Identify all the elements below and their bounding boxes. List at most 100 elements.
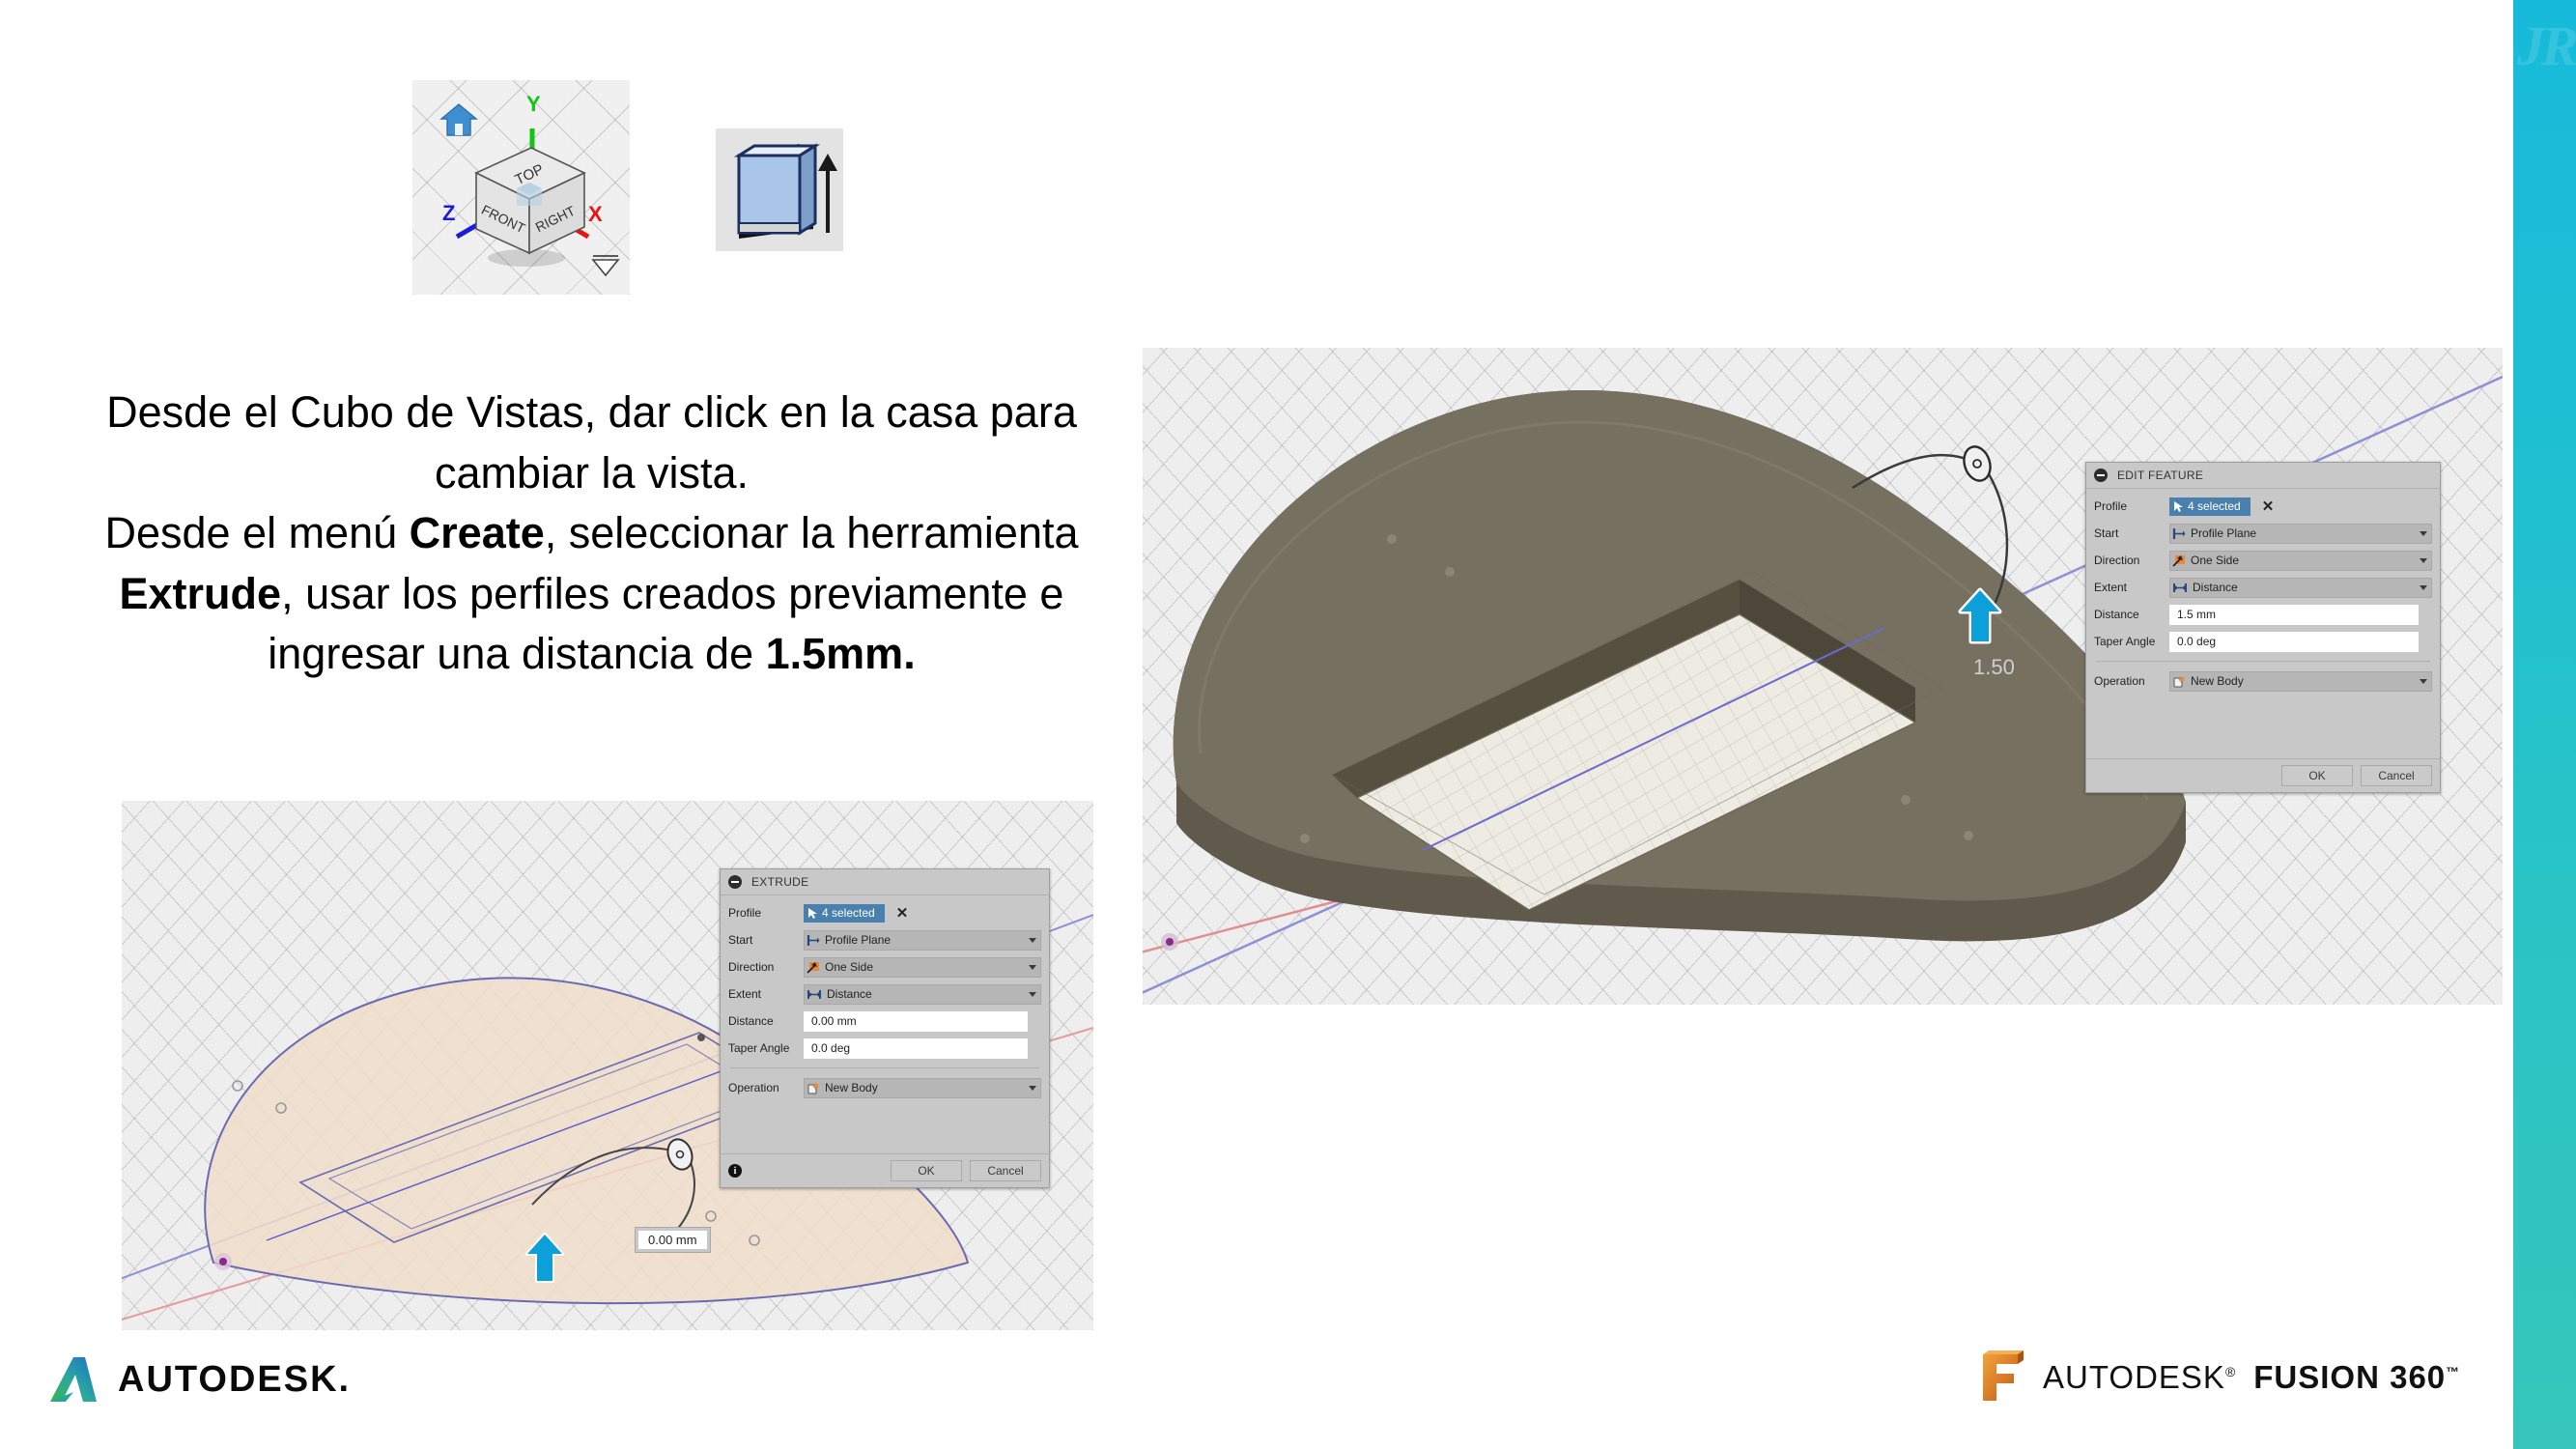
start-dropdown[interactable]: Profile Plane — [804, 929, 1041, 951]
extrude-dialog-footer: i OK Cancel — [721, 1153, 1049, 1187]
chevron-down-icon[interactable] — [2420, 531, 2427, 536]
axis-label-x: X — [588, 202, 603, 226]
collapse-icon[interactable] — [728, 875, 742, 889]
dialog-filler — [2094, 696, 2432, 754]
row-operation: Operation New Body — [728, 1076, 1041, 1099]
label-direction: Direction — [728, 960, 775, 974]
start-dropdown[interactable]: Profile Plane — [2169, 523, 2432, 544]
direction-dropdown[interactable]: One Side — [804, 956, 1041, 978]
taper-angle-input[interactable]: 0.0 deg — [2169, 631, 2419, 652]
chevron-down-icon[interactable] — [2420, 679, 2427, 684]
direction-value: One Side — [2191, 554, 2240, 567]
operation-dropdown[interactable]: New Body — [2169, 670, 2432, 692]
label-profile: Profile — [2094, 499, 2128, 513]
distance-icon — [2173, 582, 2187, 592]
info-icon[interactable]: i — [728, 1164, 742, 1178]
taper-angle-value[interactable]: 0.0 deg — [2172, 635, 2216, 648]
chevron-down-icon[interactable] — [1029, 938, 1036, 943]
distance-value[interactable]: 1.5 mm — [2172, 608, 2216, 621]
fusion360-logo-icon — [1983, 1350, 2024, 1401]
extrude-dialog[interactable]: EXTRUDE Profile 4 selected ✕ Start Profi… — [720, 868, 1050, 1188]
profile-plane-icon — [2172, 527, 2186, 539]
canvas-dimension-label: 1.50 — [1973, 655, 2015, 679]
row-distance: Distance 1.5 mm — [2094, 603, 2432, 626]
fusion-word-fusion360: FUSION 360™ — [2253, 1359, 2461, 1395]
extrude-manipulator-arrow[interactable] — [524, 1233, 565, 1285]
ok-button[interactable]: OK — [891, 1160, 962, 1181]
ok-button[interactable]: OK — [2281, 765, 2353, 786]
canvas-distance-field[interactable]: 0.00 mm — [635, 1227, 711, 1253]
viewcube-thumbnail[interactable]: TOP FRONT RIGHT Y X Z — [412, 80, 630, 295]
extent-value: Distance — [2193, 581, 2238, 594]
operation-dropdown[interactable]: New Body — [804, 1077, 1041, 1098]
x-close-icon[interactable]: ✕ — [2262, 499, 2275, 514]
row-direction: Direction One Side — [2094, 549, 2432, 572]
instruction-line-5-a: ingresar una distancia de — [268, 629, 766, 678]
label-profile: Profile — [728, 906, 762, 920]
dialog-filler — [728, 1103, 1041, 1150]
distance-input[interactable]: 1.5 mm — [2169, 604, 2419, 625]
new-body-icon — [2173, 674, 2185, 687]
extent-dropdown[interactable]: Distance — [2169, 577, 2432, 598]
extent-dropdown[interactable]: Distance — [804, 983, 1041, 1005]
collapse-icon[interactable] — [2094, 469, 2108, 482]
label-operation: Operation — [728, 1081, 779, 1094]
chevron-down-icon[interactable] — [1029, 992, 1036, 997]
chevron-down-icon[interactable] — [2420, 558, 2427, 563]
distance-input[interactable]: 0.00 mm — [804, 1010, 1028, 1032]
direction-dropdown[interactable]: One Side — [2169, 550, 2432, 571]
chevron-down-icon[interactable] — [1029, 1086, 1036, 1091]
extrude-tool-icon[interactable] — [716, 128, 843, 251]
instruction-text-block: Desde el Cubo de Vistas, dar click en la… — [19, 384, 1164, 687]
extent-value: Distance — [827, 987, 872, 1001]
chevron-down-icon[interactable] — [2420, 585, 2427, 590]
row-extent: Extent Distance — [728, 982, 1041, 1006]
edit-feature-titlebar[interactable]: EDIT FEATURE — [2086, 463, 2440, 489]
distance-value-callout: 1.5mm. — [765, 629, 916, 678]
row-taper-angle: Taper Angle 0.0 deg — [2094, 630, 2432, 653]
canvas-distance-value[interactable]: 0.00 mm — [638, 1231, 707, 1249]
instruction-line-4-b: , usar los perfiles creados previamente … — [281, 568, 1064, 618]
instruction-line-3: Desde el menú Create, seleccionar la her… — [19, 505, 1164, 562]
viewcube-3d[interactable]: TOP FRONT RIGHT — [438, 123, 607, 277]
instruction-line-3-a: Desde el menú — [104, 508, 410, 557]
label-extent: Extent — [728, 987, 762, 1001]
start-value: Profile Plane — [825, 933, 892, 947]
chevron-down-icon[interactable] — [1029, 965, 1036, 970]
cancel-button[interactable]: Cancel — [2361, 765, 2432, 786]
instruction-line-1: Desde el Cubo de Vistas, dar click en la… — [106, 387, 1077, 437]
edit-feature-dialog[interactable]: EDIT FEATURE Profile 4 selected ✕ Start … — [2085, 462, 2441, 793]
view-dropdown-icon[interactable] — [589, 254, 622, 279]
axis-label-y: Y — [526, 92, 541, 116]
x-close-icon[interactable]: ✕ — [896, 906, 909, 921]
accent-sidebar: JR — [2513, 0, 2576, 1449]
edit-feature-footer: OK Cancel — [2086, 758, 2440, 792]
cursor-select-icon — [2174, 500, 2183, 512]
row-profile: Profile 4 selected ✕ — [728, 901, 1041, 924]
cursor-select-icon — [808, 907, 817, 919]
label-distance: Distance — [728, 1014, 774, 1028]
profile-selection-count: 4 selected — [822, 906, 875, 920]
profile-selection-chip[interactable]: 4 selected — [804, 903, 885, 923]
row-profile: Profile 4 selected ✕ — [2094, 495, 2432, 518]
menu-name-create: Create — [409, 508, 545, 557]
row-direction: Direction One Side — [728, 955, 1041, 979]
taper-angle-input[interactable]: 0.0 deg — [804, 1037, 1028, 1059]
extrude-dialog-titlebar[interactable]: EXTRUDE — [721, 869, 1049, 895]
row-start: Start Profile Plane — [2094, 522, 2432, 545]
operation-value: New Body — [2191, 674, 2244, 688]
label-taper-angle: Taper Angle — [2094, 635, 2156, 648]
extrude-manipulator-arrow-right[interactable] — [1958, 587, 2002, 645]
axis-label-z: Z — [442, 201, 456, 225]
taper-angle-value[interactable]: 0.0 deg — [807, 1041, 850, 1055]
row-distance: Distance 0.00 mm — [728, 1009, 1041, 1033]
distance-value[interactable]: 0.00 mm — [807, 1014, 857, 1028]
row-start: Start Profile Plane — [728, 928, 1041, 952]
fusion360-logo: AUTODESK® FUSION 360™ — [1975, 1350, 2460, 1405]
label-distance: Distance — [2094, 608, 2139, 621]
direction-value: One Side — [825, 960, 874, 974]
profile-selection-chip[interactable]: 4 selected — [2169, 497, 2250, 516]
label-start: Start — [728, 933, 753, 947]
row-operation: Operation New Body — [2094, 669, 2432, 693]
cancel-button[interactable]: Cancel — [970, 1160, 1041, 1181]
